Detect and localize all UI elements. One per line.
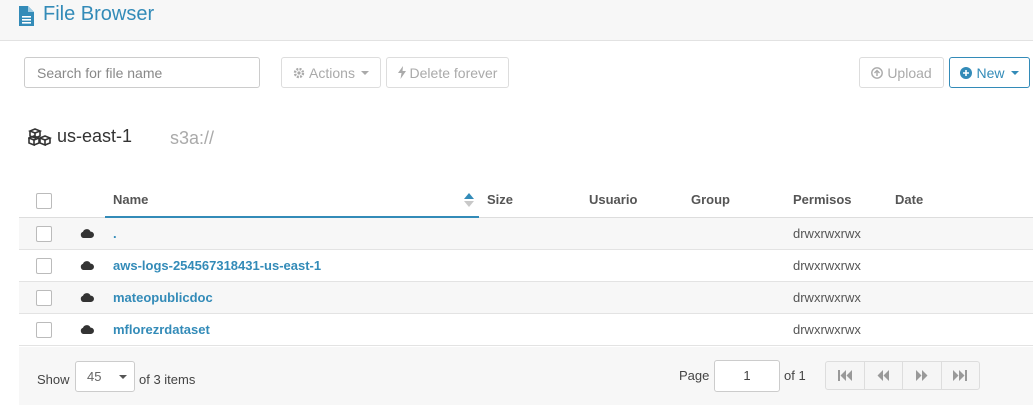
chevron-down-icon bbox=[1010, 70, 1019, 75]
file-name-link[interactable]: mflorezrdataset bbox=[113, 322, 210, 337]
region-name: us-east-1 bbox=[57, 126, 133, 146]
buckets-icon bbox=[28, 128, 52, 146]
upload-button[interactable]: Upload bbox=[859, 57, 944, 88]
item-count: of 3 items bbox=[139, 372, 196, 387]
column-header-group[interactable]: Group bbox=[691, 192, 730, 207]
bolt-icon bbox=[397, 66, 406, 79]
prev-page-button[interactable] bbox=[865, 362, 903, 389]
cloud-icon bbox=[80, 229, 94, 238]
actions-label: Actions bbox=[309, 64, 355, 81]
page-number-input[interactable]: 1 bbox=[714, 360, 780, 392]
table-row[interactable]: aws-logs-254567318431-us-east-1 drwxrwxr… bbox=[19, 250, 1033, 282]
page-size-value: 45 bbox=[87, 369, 102, 384]
gear-icon bbox=[293, 67, 305, 78]
cloud-icon bbox=[80, 261, 94, 270]
permissions-value: drwxrwxrwx bbox=[793, 226, 861, 241]
column-header-size[interactable]: Size bbox=[487, 192, 513, 207]
new-label: New bbox=[976, 64, 1005, 81]
cloud-icon bbox=[80, 325, 94, 334]
row-checkbox[interactable] bbox=[36, 258, 52, 274]
new-button[interactable]: New bbox=[949, 57, 1030, 88]
page-total: of 1 bbox=[784, 368, 806, 383]
table-header: Name Size Usuario Group Permisos Date bbox=[19, 183, 1033, 218]
arrow-up-circle-icon bbox=[871, 66, 884, 79]
next-page-icon bbox=[915, 370, 928, 381]
permissions-value: drwxrwxrwx bbox=[793, 322, 861, 337]
file-table: Name Size Usuario Group Permisos Date . … bbox=[19, 183, 1033, 346]
last-page-button[interactable] bbox=[942, 362, 980, 389]
cloud-icon bbox=[80, 293, 94, 302]
header-bar: File Browser bbox=[0, 0, 1033, 41]
table-row[interactable]: mflorezrdataset drwxrwxrwx bbox=[19, 314, 1033, 346]
row-checkbox[interactable] bbox=[36, 322, 52, 338]
prev-page-icon bbox=[877, 370, 890, 381]
delete-forever-button[interactable]: Delete forever bbox=[386, 57, 509, 88]
page-size-select[interactable]: 45 bbox=[75, 361, 135, 392]
delete-forever-label: Delete forever bbox=[409, 64, 498, 81]
table-row[interactable]: . drwxrwxrwx bbox=[19, 218, 1033, 250]
first-page-button[interactable] bbox=[826, 362, 865, 389]
search-input[interactable] bbox=[24, 57, 260, 88]
file-name-link[interactable]: . bbox=[113, 226, 117, 241]
sort-icon bbox=[464, 193, 474, 207]
row-checkbox[interactable] bbox=[36, 290, 52, 306]
pagination-bar: Show 45 of 3 items Page 1 of 1 bbox=[19, 347, 1033, 405]
first-page-icon bbox=[837, 370, 852, 381]
file-name-link[interactable]: aws-logs-254567318431-us-east-1 bbox=[113, 258, 321, 273]
column-header-name[interactable]: Name bbox=[113, 192, 148, 207]
page-label: Page bbox=[679, 368, 710, 383]
select-all-checkbox[interactable] bbox=[36, 193, 52, 209]
upload-label: Upload bbox=[887, 64, 932, 81]
plus-circle-icon bbox=[960, 66, 973, 79]
actions-button[interactable]: Actions bbox=[281, 57, 381, 88]
page-title: File Browser bbox=[43, 3, 155, 25]
file-icon bbox=[19, 6, 34, 26]
column-header-date[interactable]: Date bbox=[895, 192, 923, 207]
next-page-button[interactable] bbox=[903, 362, 942, 389]
table-row[interactable]: mateopublicdoc drwxrwxrwx bbox=[19, 282, 1033, 314]
pager-controls bbox=[825, 361, 980, 390]
column-header-user[interactable]: Usuario bbox=[589, 192, 637, 207]
last-page-icon bbox=[953, 370, 968, 381]
column-header-permissions[interactable]: Permisos bbox=[793, 192, 852, 207]
permissions-value: drwxrwxrwx bbox=[793, 290, 861, 305]
file-name-link[interactable]: mateopublicdoc bbox=[113, 290, 213, 305]
current-path[interactable]: s3a:// bbox=[170, 128, 214, 149]
chevron-down-icon bbox=[119, 375, 127, 379]
row-checkbox[interactable] bbox=[36, 226, 52, 242]
permissions-value: drwxrwxrwx bbox=[793, 258, 861, 273]
chevron-down-icon bbox=[360, 70, 369, 75]
show-label: Show bbox=[37, 372, 70, 387]
